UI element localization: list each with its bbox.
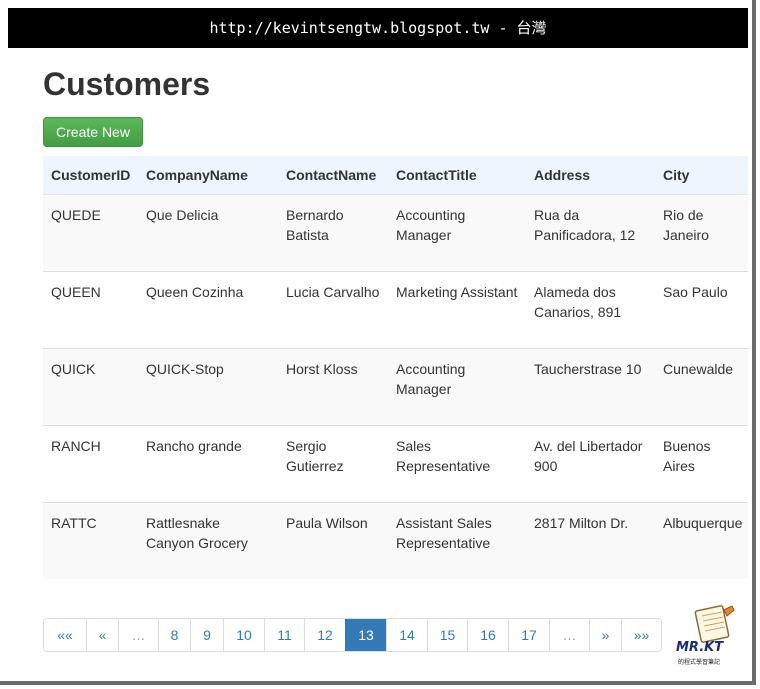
page-link-11[interactable]: 11 (264, 619, 304, 651)
page-prev-link[interactable]: « (86, 619, 118, 651)
page-ellipsis: … (118, 619, 158, 651)
table-row: RATTC Rattlesnake Canyon Grocery Paula W… (43, 501, 748, 579)
cell-customerid: QUEEN (43, 270, 138, 348)
cell-city: Albuquerque (655, 501, 748, 579)
customers-table: CustomerID CompanyName ContactName Conta… (43, 156, 748, 579)
cell-address: Alameda dos Canarios, 891 (526, 270, 655, 348)
page-link-8[interactable]: 8 (158, 619, 190, 651)
create-new-button[interactable]: Create New (43, 117, 143, 147)
cell-contacttitle: Sales Representative (388, 424, 526, 502)
cell-city: Sao Paulo (655, 270, 748, 348)
cell-customerid: QUEDE (43, 193, 138, 271)
cell-companyname: Rancho grande (138, 424, 278, 502)
column-header-companyname: CompanyName (138, 156, 278, 195)
cell-contactname: Paula Wilson (278, 501, 388, 579)
cell-contactname: Lucia Carvalho (278, 270, 388, 348)
page-last-link[interactable]: »» (621, 619, 661, 651)
page-link-16[interactable]: 16 (467, 619, 508, 651)
page-next-link[interactable]: » (589, 619, 621, 651)
cell-customerid: RANCH (43, 424, 138, 502)
column-header-contacttitle: ContactTitle (388, 156, 526, 195)
pagination: «« « … 8 9 10 11 12 13 14 15 16 17 … » »… (43, 618, 662, 652)
table-row: QUICK QUICK-Stop Horst Kloss Accounting … (43, 347, 748, 425)
column-header-customerid: CustomerID (43, 156, 138, 195)
page-link-12[interactable]: 12 (304, 619, 345, 651)
cell-address: Av. del Libertador 900 (526, 424, 655, 502)
cell-city: Rio de Janeiro (655, 193, 748, 271)
cell-address: Rua da Panificadora, 12 (526, 193, 655, 271)
table-row: QUEEN Queen Cozinha Lucia Carvalho Marke… (43, 270, 748, 348)
page-link-10[interactable]: 10 (223, 619, 264, 651)
page-link-17[interactable]: 17 (508, 619, 549, 651)
cell-contacttitle: Accounting Manager (388, 193, 526, 271)
page-link-14[interactable]: 14 (386, 619, 427, 651)
logo-caption: 的程式學習筆記 (678, 659, 721, 666)
cell-customerid: RATTC (43, 501, 138, 579)
column-header-address: Address (526, 156, 655, 195)
table-row: RANCH Rancho grande Sergio Gutierrez Sal… (43, 424, 748, 502)
cell-companyname: QUICK-Stop (138, 347, 278, 425)
cell-contactname: Sergio Gutierrez (278, 424, 388, 502)
page-link-13-active[interactable]: 13 (345, 619, 386, 651)
page-link-15[interactable]: 15 (427, 619, 467, 651)
cell-city: Buenos Aires (655, 424, 748, 502)
page-frame: http://kevintsengtw.blogspot.tw - 台灣 Cus… (0, 0, 756, 685)
cell-city: Cunewalde (655, 347, 748, 425)
page-ellipsis: … (549, 619, 589, 651)
page-first-link[interactable]: «« (44, 619, 86, 651)
cell-address: Taucherstrase 10 (526, 347, 655, 425)
cell-contactname: Horst Kloss (278, 347, 388, 425)
logo-name: MR.KT (676, 640, 724, 655)
cell-contacttitle: Marketing Assistant (388, 270, 526, 348)
page-link-9[interactable]: 9 (190, 619, 223, 651)
column-header-city: City (655, 156, 748, 195)
cell-contacttitle: Assistant Sales Representative (388, 501, 526, 579)
cell-customerid: QUICK (43, 347, 138, 425)
column-header-contactname: ContactName (278, 156, 388, 195)
cell-companyname: Rattlesnake Canyon Grocery (138, 501, 278, 579)
cell-contactname: Bernardo Batista (278, 193, 388, 271)
cell-address: 2817 Milton Dr. (526, 501, 655, 579)
cell-companyname: Que Delicia (138, 193, 278, 271)
blog-url-banner: http://kevintsengtw.blogspot.tw - 台灣 (8, 8, 748, 48)
table-header-row: CustomerID CompanyName ContactName Conta… (43, 156, 748, 195)
cell-contacttitle: Accounting Manager (388, 347, 526, 425)
cell-companyname: Queen Cozinha (138, 270, 278, 348)
table-row: QUEDE Que Delicia Bernardo Batista Accou… (43, 193, 748, 271)
page-title: Customers (43, 66, 211, 102)
